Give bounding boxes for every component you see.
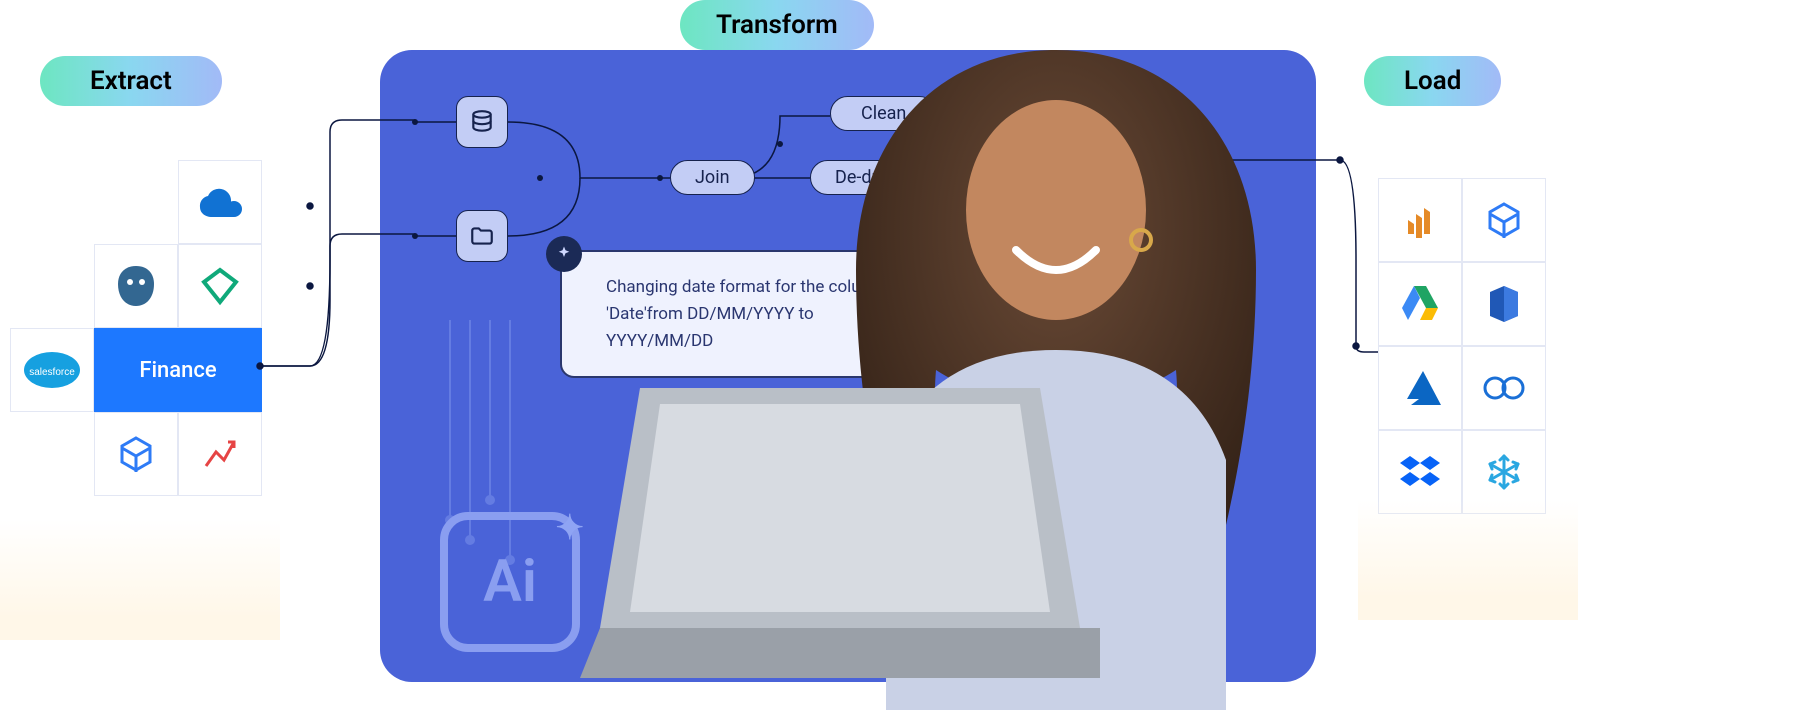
dataprep-source-icon xyxy=(178,244,262,328)
dropbox-target-icon xyxy=(1378,430,1462,514)
extract-fade xyxy=(0,520,280,640)
ai-badge-text: Ai xyxy=(483,548,537,616)
snowflake-target-icon xyxy=(1462,430,1546,514)
database-node-icon xyxy=(456,96,508,148)
onedrive-source-icon xyxy=(178,160,262,244)
extract-label-pill: Extract xyxy=(40,56,222,106)
bigquery-target-icon xyxy=(1462,178,1546,262)
load-label-pill: Load xyxy=(1364,56,1501,106)
laptop-illustration xyxy=(580,388,1100,688)
zia-badge-icon xyxy=(546,236,582,272)
extract-sources-grid: salesforce Finance xyxy=(10,160,270,496)
folder-node-icon xyxy=(456,210,508,262)
azure-target-icon xyxy=(1378,346,1462,430)
ai-badge: Ai ✦ xyxy=(440,512,580,652)
finance-source-label: Finance xyxy=(94,328,262,412)
svg-text:salesforce: salesforce xyxy=(29,367,75,378)
load-fade xyxy=(1358,500,1578,620)
postgres-source-icon xyxy=(94,244,178,328)
gdrive-target-icon xyxy=(1378,262,1462,346)
transform-label-pill: Transform xyxy=(680,0,874,50)
transform-panel: Join Clean De-duplicate Changing date fo… xyxy=(380,50,1316,682)
load-targets-grid xyxy=(1378,178,1546,514)
salesforce-source-icon: salesforce xyxy=(10,328,94,412)
aws-s3-target-icon xyxy=(1378,178,1462,262)
join-node: Join xyxy=(670,160,755,195)
analytics-source-icon xyxy=(178,412,262,496)
zoho-crm-target-icon xyxy=(1462,346,1546,430)
redshift-target-icon xyxy=(1462,262,1546,346)
storage-source-icon xyxy=(94,412,178,496)
